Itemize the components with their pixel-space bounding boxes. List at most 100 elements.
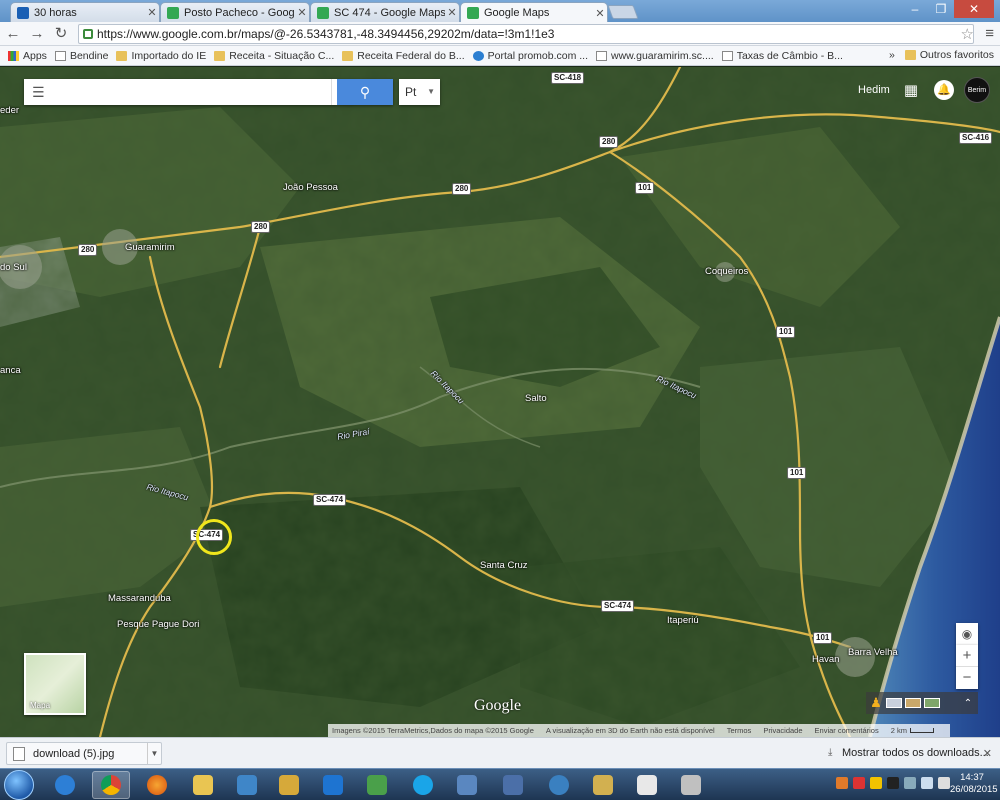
taskbar-app-teamviewer[interactable] xyxy=(314,771,352,799)
satellite-map[interactable]: eder João Pessoa Guaramirim do Sul anca … xyxy=(0,67,1000,737)
map-type-toggle[interactable]: Mapa xyxy=(24,653,86,715)
minimize-icon[interactable]: – xyxy=(902,0,928,18)
search-input[interactable] xyxy=(54,83,324,101)
chevron-up-icon[interactable]: ⌃ xyxy=(958,698,978,709)
tab-sc474[interactable]: SC 474 - Google Maps ✕ xyxy=(310,2,460,22)
taskbar-app-media[interactable] xyxy=(228,771,266,799)
taskbar-app-photo[interactable] xyxy=(448,771,486,799)
language-select[interactable]: Pt ▼ xyxy=(399,79,440,105)
pegman-icon[interactable]: ♟ xyxy=(866,695,886,711)
tray-icon[interactable] xyxy=(853,777,865,789)
taskbar-app-globe[interactable] xyxy=(540,771,578,799)
user-name[interactable]: Hedim xyxy=(858,84,890,96)
calc-icon xyxy=(593,775,613,795)
road-shield: SC-474 xyxy=(601,600,635,612)
apps-grid-icon[interactable]: ▦ xyxy=(904,81,918,99)
bookmark-taxas[interactable]: Taxas de Câmbio - B... xyxy=(721,50,843,62)
teamviewer-icon xyxy=(323,775,343,795)
bookmark-guaramirim[interactable]: www.guaramirim.sc.... xyxy=(596,50,714,62)
zoom-in-button[interactable]: + xyxy=(956,645,978,667)
privacy-link[interactable]: Privacidade xyxy=(763,726,802,735)
imagery-tile[interactable] xyxy=(924,698,940,708)
search-button[interactable]: ⚲ xyxy=(337,79,393,105)
place-label-itaperiu: Itaperiú xyxy=(667,615,699,626)
other-bookmarks-label: Outros favoritos xyxy=(919,49,994,61)
taskbar-app-calc[interactable] xyxy=(584,771,622,799)
menu-icon[interactable]: ☰ xyxy=(32,84,45,101)
scale-ruler xyxy=(909,728,934,733)
close-tab-icon[interactable]: ✕ xyxy=(445,6,459,19)
bookmark-receita-situacao[interactable]: Receita - Situação C... xyxy=(214,50,334,62)
tray-icon[interactable] xyxy=(887,777,899,789)
scale-bar[interactable]: 2 km xyxy=(891,726,934,735)
chevron-down-icon[interactable]: ▼ xyxy=(147,743,161,764)
system-tray xyxy=(831,777,950,789)
close-tab-icon[interactable]: ✕ xyxy=(295,6,309,19)
tray-icon[interactable] xyxy=(870,777,882,789)
download-shelf: download (5).jpg ▼ ⤓ Mostrar todos os do… xyxy=(0,737,1000,768)
road-shield: SC-418 xyxy=(551,72,585,84)
road-shield: 101 xyxy=(776,326,796,338)
bookmark-star-icon[interactable]: ☆ xyxy=(961,25,974,43)
restore-icon[interactable]: ❐ xyxy=(928,0,954,18)
chrome-menu-icon[interactable]: ≡ xyxy=(985,25,994,42)
place-label-guaramirim: Guaramirim xyxy=(125,242,175,253)
taskbar-app-remote[interactable] xyxy=(494,771,532,799)
show-all-downloads-link[interactable]: ⤓ Mostrar todos os downloads... xyxy=(828,747,989,759)
map-attribution: Imagens ©2015 TerraMetrics,Dados do mapa… xyxy=(328,724,950,737)
network-tray-icon[interactable] xyxy=(921,777,933,789)
my-location-button[interactable]: ◉ xyxy=(956,623,978,645)
close-shelf-icon[interactable]: ✕ xyxy=(983,747,992,760)
taskbar-app-explorer[interactable] xyxy=(184,771,222,799)
globe-icon xyxy=(549,775,569,795)
reload-icon[interactable]: ↻ xyxy=(52,25,70,43)
satellite-imagery xyxy=(0,67,1000,737)
volume-icon[interactable] xyxy=(938,777,950,789)
taskbar-app-firefox[interactable] xyxy=(138,771,176,799)
overflow-chevron-icon[interactable]: » xyxy=(889,49,895,61)
feedback-link[interactable]: Enviar comentários xyxy=(815,726,879,735)
tray-icon[interactable] xyxy=(904,777,916,789)
close-tab-icon[interactable]: ✕ xyxy=(145,6,159,19)
taskbar-app-folder[interactable] xyxy=(270,771,308,799)
start-button[interactable] xyxy=(4,770,34,800)
other-bookmarks[interactable]: » Outros favoritos xyxy=(889,49,994,61)
explorer-icon xyxy=(193,775,213,795)
imagery-tile[interactable] xyxy=(886,698,902,708)
taskbar-app-paint[interactable] xyxy=(672,771,710,799)
tab-posto-pacheco[interactable]: Posto Pacheco - Google M ✕ xyxy=(160,2,310,22)
close-window-icon[interactable]: ✕ xyxy=(954,0,994,18)
maps-favicon-icon xyxy=(467,7,479,19)
back-icon[interactable]: ← xyxy=(4,25,22,43)
place-label-coqueiros: Coqueiros xyxy=(705,266,749,277)
notifications-bell-icon[interactable]: 🔔 xyxy=(934,80,954,100)
bookmark-importado[interactable]: Importado do IE xyxy=(116,50,206,62)
taskbar-clock[interactable]: 14:37 26/08/2015 xyxy=(950,772,998,796)
zoom-out-button[interactable]: − xyxy=(956,667,978,689)
earth-notice: A visualização em 3D do Earth não está d… xyxy=(545,726,715,735)
taskbar-app-chrome[interactable] xyxy=(92,771,130,799)
tab-30-horas[interactable]: 30 horas ✕ xyxy=(10,2,160,22)
place-label: eder xyxy=(0,105,20,116)
avatar[interactable]: Berim xyxy=(964,77,990,103)
bookmark-apps[interactable]: Apps xyxy=(8,50,47,62)
road-shield: 280 xyxy=(251,221,271,233)
bookmark-receita-federal[interactable]: Receita Federal do B... xyxy=(342,50,465,62)
imagery-tile[interactable] xyxy=(905,698,921,708)
taskbar-app-skype[interactable] xyxy=(404,771,442,799)
tab-title: 30 horas xyxy=(34,6,77,19)
forward-icon[interactable]: → xyxy=(28,25,46,43)
taskbar-app-ie[interactable] xyxy=(46,771,84,799)
download-item[interactable]: download (5).jpg ▼ xyxy=(6,742,162,765)
tray-icon[interactable] xyxy=(836,777,848,789)
bookmarks-bar: Apps Bendine Importado do IE Receita - S… xyxy=(0,46,1000,66)
taskbar-app-network[interactable] xyxy=(358,771,396,799)
taskbar-app-word[interactable] xyxy=(628,771,666,799)
close-tab-icon[interactable]: ✕ xyxy=(593,7,607,20)
bookmark-bendine[interactable]: Bendine xyxy=(54,50,108,62)
tab-google-maps[interactable]: Google Maps ✕ xyxy=(460,2,608,23)
address-bar[interactable]: https://www.google.com.br/maps/@-26.5343… xyxy=(78,24,974,44)
bookmark-promob[interactable]: Portal promob.com ... xyxy=(472,50,588,62)
terms-link[interactable]: Termos xyxy=(727,726,752,735)
new-tab-button[interactable] xyxy=(607,5,639,19)
